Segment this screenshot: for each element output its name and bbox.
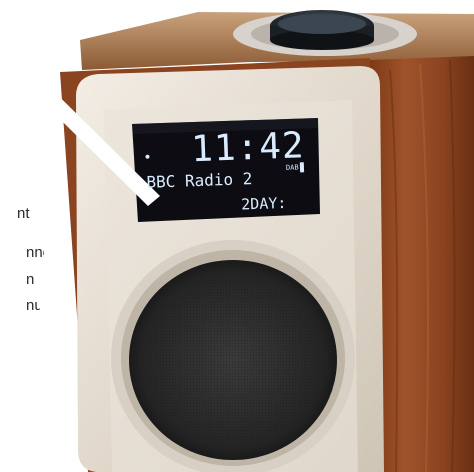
- caption-fragment: n: [26, 271, 35, 288]
- caption-fragment: nnol: [26, 244, 44, 261]
- caption-fragment: nt: [17, 205, 30, 222]
- lcd-scroll-text: 2DAY:: [241, 194, 287, 214]
- caption-fragment: nu.: [26, 297, 40, 314]
- product-photo-scene: 11:42 DAB BBC Radio 2 2DAY: nt nnol n nu…: [0, 0, 474, 472]
- lcd-menu-icon: [299, 162, 305, 173]
- lcd-text-layer: 11:42 DAB BBC Radio 2 2DAY:: [145, 125, 305, 214]
- lcd-signal-dot-icon: [145, 154, 150, 159]
- lcd-station-name: BBC Radio 2: [146, 169, 253, 192]
- lcd-band-label: DAB: [286, 163, 299, 171]
